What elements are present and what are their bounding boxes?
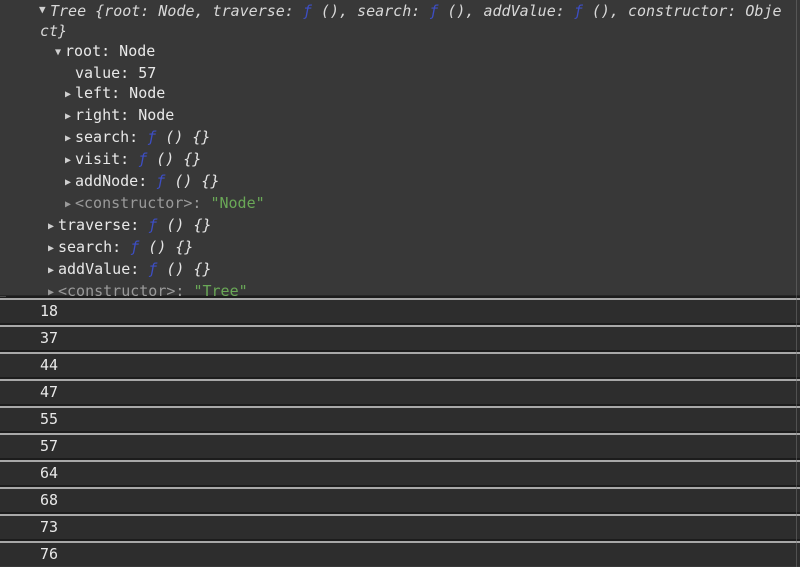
tree-row[interactable]: ▶addNode: ƒ () {} (0, 171, 800, 193)
property-value: ƒ (138, 128, 156, 146)
tree-row[interactable]: ▶visit: ƒ () {} (0, 149, 800, 171)
property-name: right: (75, 106, 129, 124)
tree-row[interactable]: ▶<constructor>: "Tree" (0, 281, 800, 303)
tree-row[interactable]: ▶search: ƒ () {} (0, 237, 800, 259)
property-value: Node (110, 42, 155, 60)
property-value: Node (120, 84, 165, 102)
tree-row[interactable]: value: 57 (0, 63, 800, 83)
property-value: ƒ (139, 216, 157, 234)
property-name: search: (58, 238, 121, 256)
console-log-row: 73 (0, 516, 800, 539)
object-preview-text: (), addValue: (438, 2, 573, 20)
property-value: ƒ (147, 172, 165, 190)
property-value: () {} (165, 172, 219, 190)
property-name: traverse: (58, 216, 139, 234)
property-value: "Tree" (184, 282, 247, 300)
disclosure-triangle-icon[interactable]: ▼ (55, 43, 65, 63)
devtools-console: ▼ Tree {root: Node, traverse: ƒ (), sear… (0, 0, 800, 567)
disclosure-triangle-icon[interactable]: ▶ (48, 283, 58, 303)
disclosure-triangle-icon[interactable]: ▶ (65, 107, 75, 127)
disclosure-triangle-icon[interactable]: ▶ (48, 239, 58, 259)
console-log-row: 57 (0, 435, 800, 458)
property-value: ƒ (139, 260, 157, 278)
property-value: () {} (156, 128, 210, 146)
disclosure-triangle-icon[interactable]: ▶ (65, 173, 75, 193)
object-tree: ▼root: Nodevalue: 57▶left: Node▶right: N… (0, 41, 800, 303)
tree-row[interactable]: ▶left: Node (0, 83, 800, 105)
disclosure-triangle-icon[interactable]: ▶ (48, 261, 58, 281)
disclosure-triangle-icon[interactable]: ▶ (65, 151, 75, 171)
console-log-row: 55 (0, 408, 800, 431)
log-value: 44 (40, 356, 58, 374)
property-value: () {} (157, 260, 211, 278)
log-value: 76 (40, 545, 58, 563)
tree-row[interactable]: ▶traverse: ƒ () {} (0, 215, 800, 237)
log-value: 57 (40, 437, 58, 455)
property-name: <constructor>: (58, 282, 184, 300)
property-name: value: (75, 64, 129, 82)
console-log-row: 76 (0, 543, 800, 566)
log-value: 64 (40, 464, 58, 482)
console-log-row: 47 (0, 381, 800, 404)
tree-row[interactable]: ▶<constructor>: "Node" (0, 193, 800, 215)
tree-row[interactable]: ▶right: Node (0, 105, 800, 127)
disclosure-triangle-icon[interactable]: ▶ (48, 217, 58, 237)
tree-row[interactable]: ▶addValue: ƒ () {} (0, 259, 800, 281)
log-value: 68 (40, 491, 58, 509)
property-value: () {} (139, 238, 193, 256)
disclosure-triangle-icon[interactable]: ▶ (65, 195, 75, 215)
log-value: 47 (40, 383, 58, 401)
disclosure-triangle-icon[interactable]: ▶ (65, 129, 75, 149)
property-value: () {} (157, 216, 211, 234)
object-preview-text: Tree {root: Node, traverse: (50, 2, 303, 20)
console-log-row: 37 (0, 327, 800, 350)
disclosure-triangle-icon[interactable]: ▶ (65, 85, 75, 105)
property-name: addValue: (58, 260, 139, 278)
object-preview[interactable]: Tree {root: Node, traverse: ƒ (), search… (40, 1, 785, 41)
object-preview-text: (), search: (312, 2, 429, 20)
log-value: 73 (40, 518, 58, 536)
property-value: 57 (129, 64, 156, 82)
property-name: <constructor>: (75, 194, 201, 212)
property-value: ƒ (121, 238, 139, 256)
log-value: 55 (40, 410, 58, 428)
console-log-row: 68 (0, 489, 800, 512)
property-value: ƒ (129, 150, 147, 168)
property-name: addNode: (75, 172, 147, 190)
object-preview-text: ƒ (303, 2, 312, 20)
property-name: left: (75, 84, 120, 102)
console-log-row: 44 (0, 354, 800, 377)
property-value: Node (129, 106, 174, 124)
log-value: 37 (40, 329, 58, 347)
tree-row[interactable]: ▼root: Node (0, 41, 800, 63)
console-object-entry: ▼ Tree {root: Node, traverse: ƒ (), sear… (0, 0, 800, 296)
property-name: root: (65, 42, 110, 60)
console-log-row: 18 (0, 300, 800, 323)
tree-row[interactable]: ▶search: ƒ () {} (0, 127, 800, 149)
console-log-row: 64 (0, 462, 800, 485)
disclosure-triangle-icon[interactable]: ▼ (39, 3, 46, 16)
property-name: search: (75, 128, 138, 146)
property-value: () {} (147, 150, 201, 168)
console-log-list: 18 37 44 47 55 57 64 68 73 76 (0, 296, 800, 566)
object-preview-text: ƒ (429, 2, 438, 20)
log-value: 18 (40, 302, 58, 320)
property-value: "Node" (201, 194, 264, 212)
property-name: visit: (75, 150, 129, 168)
object-preview-text: ƒ (574, 2, 583, 20)
scrollbar-edge (796, 0, 797, 567)
